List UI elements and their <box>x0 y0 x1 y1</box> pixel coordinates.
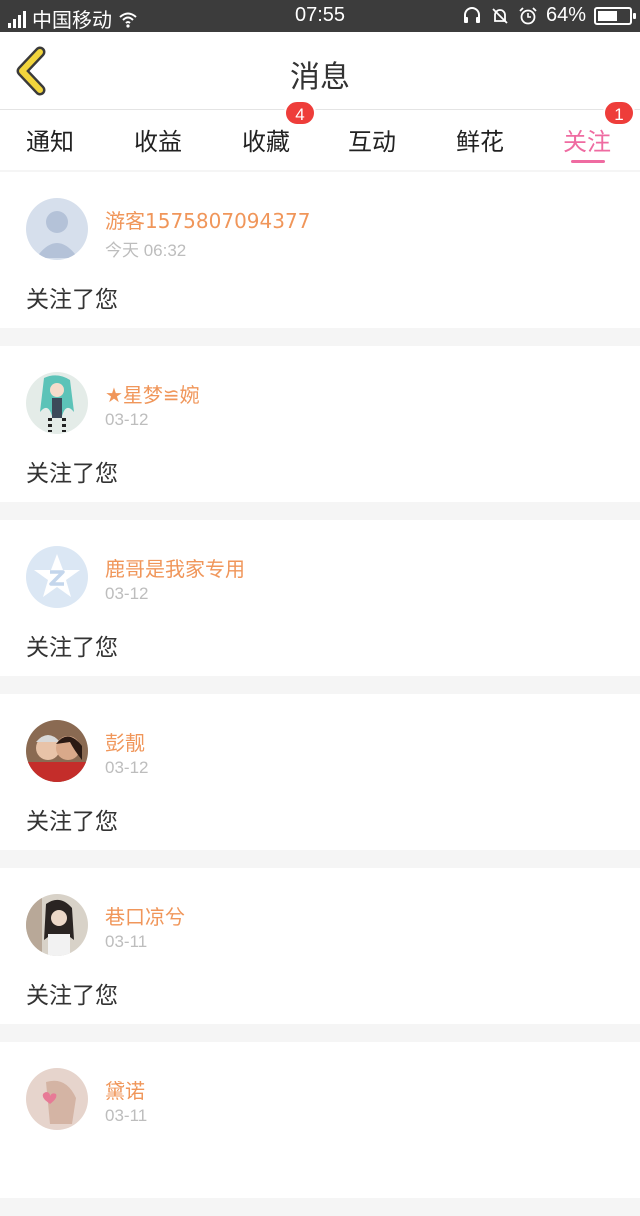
list-item[interactable]: 黛诺 03-11 <box>0 1042 640 1198</box>
list-item[interactable]: 鹿哥是我家专用 03-12 关注了您 <box>0 520 640 676</box>
girl-photo-avatar-icon <box>26 894 88 956</box>
avatar[interactable] <box>26 372 88 434</box>
avatar[interactable] <box>26 546 88 608</box>
timestamp: 03-12 <box>105 584 149 603</box>
tab-earnings[interactable]: 收益 <box>134 122 182 157</box>
tab-interactions[interactable]: 互动 <box>348 122 396 157</box>
avatar[interactable] <box>26 720 88 782</box>
couple-photo-avatar-icon <box>26 720 88 782</box>
active-tab-indicator <box>571 160 605 163</box>
tab-label: 收藏 <box>242 128 290 156</box>
tab-flowers[interactable]: 鲜花 <box>456 122 504 157</box>
list-item[interactable]: 游客1575807094377 今天 06:32 关注了您 <box>0 172 640 328</box>
battery-icon <box>594 6 636 25</box>
tab-favorites[interactable]: 收藏 4 <box>242 100 316 157</box>
message-text: 关注了您 <box>26 809 118 835</box>
list-item[interactable]: 巷口凉兮 03-11 关注了您 <box>0 868 640 1024</box>
tab-bar: 通知 收益 收藏 4 互动 鲜花 关注 1 <box>0 100 640 170</box>
username[interactable]: ★星梦≌婉 <box>105 379 200 408</box>
timestamp: 03-11 <box>105 932 148 951</box>
anime-avatar-icon <box>26 372 88 434</box>
list-item[interactable]: ★星梦≌婉 03-12 关注了您 <box>0 346 640 502</box>
tab-label: 鲜花 <box>456 128 504 156</box>
tab-label: 互动 <box>348 128 396 156</box>
qzone-star-avatar-icon <box>26 546 88 608</box>
heart-hand-avatar-icon <box>26 1068 88 1130</box>
tab-label: 通知 <box>26 128 74 156</box>
tab-label: 收益 <box>134 128 182 156</box>
message-text: 关注了您 <box>26 635 118 661</box>
list-item[interactable]: 彭靓 03-12 关注了您 <box>0 694 640 850</box>
username[interactable]: 彭靓 <box>105 727 145 756</box>
page-title: 消息 <box>290 60 350 95</box>
header: 消息 <box>0 32 640 110</box>
timestamp: 03-12 <box>105 410 149 429</box>
username[interactable]: 巷口凉兮 <box>105 901 185 930</box>
favorites-badge: 4 <box>284 100 316 126</box>
message-list: 游客1575807094377 今天 06:32 关注了您 ★星梦≌婉 03-1… <box>0 172 640 1216</box>
follows-badge: 1 <box>603 100 635 126</box>
username[interactable]: 鹿哥是我家专用 <box>105 553 245 582</box>
avatar[interactable] <box>26 198 88 260</box>
mute-bell-icon <box>492 7 508 24</box>
status-bar: 中国移动 07:55 64% <box>0 0 640 32</box>
default-user-avatar-icon <box>26 198 88 260</box>
battery-percent: 64% <box>545 4 586 26</box>
tab-follows[interactable]: 关注 1 <box>563 100 635 157</box>
message-text: 关注了您 <box>26 461 118 487</box>
alarm-icon <box>519 6 537 24</box>
avatar[interactable] <box>26 1068 88 1130</box>
username[interactable]: 黛诺 <box>105 1075 145 1104</box>
headset-icon <box>463 6 480 23</box>
message-text: 关注了您 <box>26 983 118 1009</box>
timestamp: 03-12 <box>105 758 149 777</box>
tab-notifications[interactable]: 通知 <box>26 122 74 157</box>
message-text: 关注了您 <box>26 287 118 313</box>
tab-label: 关注 <box>563 128 611 156</box>
avatar[interactable] <box>26 894 88 956</box>
username[interactable]: 游客1575807094377 <box>105 205 310 234</box>
timestamp: 03-11 <box>105 1106 148 1125</box>
timestamp: 今天 06:32 <box>105 241 187 260</box>
